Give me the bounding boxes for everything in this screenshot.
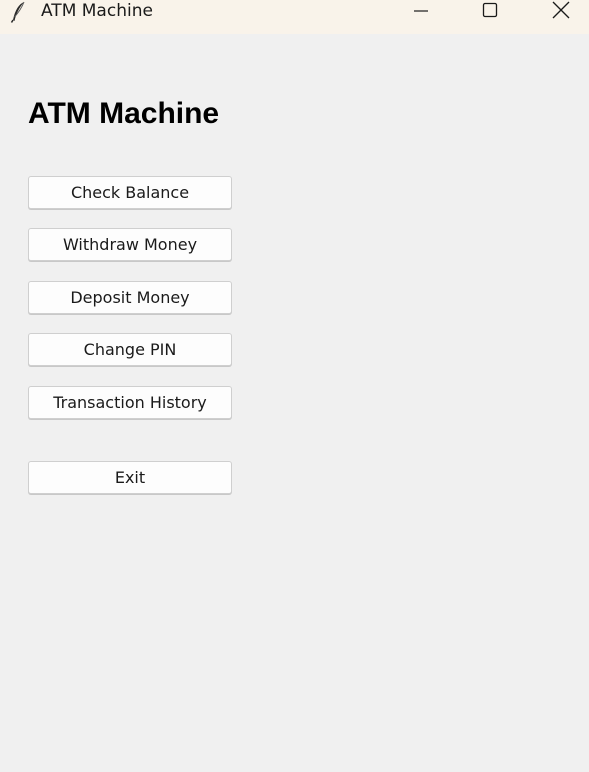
- feather-icon: [10, 1, 28, 23]
- title-bar[interactable]: ATM Machine: [0, 0, 589, 34]
- maximize-button[interactable]: [467, 0, 513, 24]
- transaction-history-button[interactable]: Transaction History: [28, 386, 232, 419]
- main-panel: ATM Machine Check Balance Withdraw Money…: [0, 34, 589, 772]
- page-title: ATM Machine: [28, 97, 220, 130]
- exit-button[interactable]: Exit: [28, 461, 232, 494]
- minimize-icon: [413, 2, 429, 22]
- maximize-icon: [482, 2, 498, 22]
- withdraw-money-button[interactable]: Withdraw Money: [28, 228, 232, 261]
- window-title: ATM Machine: [41, 1, 153, 21]
- close-button[interactable]: [538, 0, 584, 24]
- minimize-button[interactable]: [398, 0, 444, 24]
- check-balance-button[interactable]: Check Balance: [28, 176, 232, 209]
- deposit-money-button[interactable]: Deposit Money: [28, 281, 232, 314]
- change-pin-button[interactable]: Change PIN: [28, 333, 232, 366]
- close-icon: [552, 1, 570, 23]
